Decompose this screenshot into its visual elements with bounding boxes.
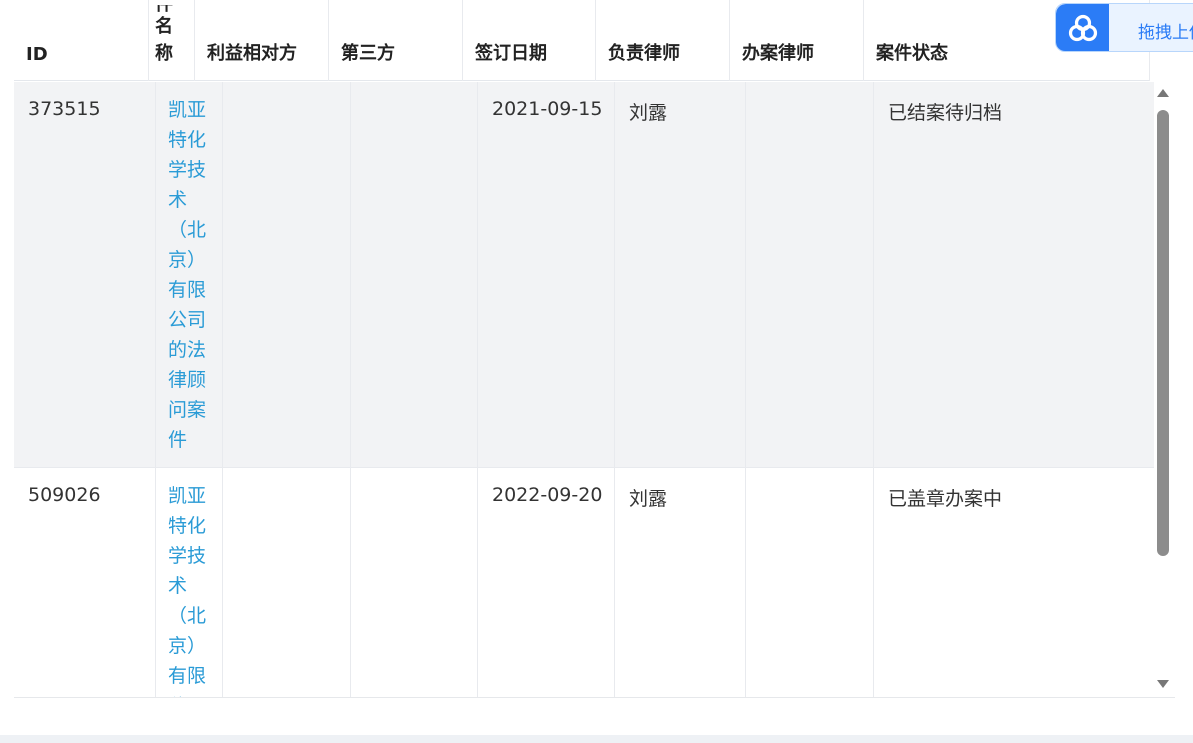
column-header-id[interactable]: ID: [14, 0, 149, 81]
cell-handling-lawyer: [746, 82, 874, 467]
scrollbar-thumb[interactable]: [1157, 110, 1169, 556]
cell-lead-lawyer: 刘露: [615, 82, 746, 467]
column-header-third-party[interactable]: 第三方: [329, 0, 463, 81]
cell-third-party: [351, 82, 478, 467]
cell-case-name: 凯亚特化学技术（北京）有限公司的法律顾问案件: [156, 82, 223, 467]
cell-id: 373515: [14, 82, 156, 467]
cell-counterparty: [223, 82, 351, 467]
cell-case-status: 已结案待归档: [888, 102, 1003, 124]
scroll-up-arrow-icon[interactable]: [1157, 89, 1169, 97]
column-header-case-name-top: 件: [155, 5, 181, 13]
page-footer-strip: [0, 735, 1193, 743]
column-header-counterparty[interactable]: 利益相对方: [195, 0, 329, 81]
cloud-icon: [1056, 4, 1109, 51]
table-row[interactable]: 373515 凯亚特化学技术（北京）有限公司的法律顾问案件 2021-09-15…: [14, 82, 1154, 468]
upload-label: 拖拽上传: [1138, 23, 1193, 43]
cell-sign-date: 2022-09-20: [478, 468, 615, 697]
cell-case-status: 已盖章办案中: [888, 488, 1003, 510]
drag-upload-widget[interactable]: 拖拽上传: [1055, 3, 1193, 52]
cell-third-party: [351, 468, 478, 697]
case-table: ID 件名称 利益相对方 第三方 签订日期 负责律师 办案律师 案件状态 373…: [14, 0, 1175, 698]
cell-handling-lawyer: [746, 468, 874, 697]
column-header-case-name-label: 名称: [155, 16, 173, 64]
scroll-down-arrow-icon[interactable]: [1157, 680, 1169, 688]
case-name-link[interactable]: 凯亚特化学技术（北京）有限公司的法律顾问案件: [168, 95, 214, 455]
cell-lead-lawyer: 刘露: [615, 468, 746, 697]
table-body: 373515 凯亚特化学技术（北京）有限公司的法律顾问案件 2021-09-15…: [14, 82, 1154, 697]
cell-id: 509026: [14, 468, 156, 697]
column-header-handling-lawyer[interactable]: 办案律师: [730, 0, 864, 81]
vertical-scrollbar[interactable]: [1154, 82, 1172, 697]
cell-sign-date: 2021-09-15: [478, 82, 615, 467]
cell-case-name: 凯亚特化学技术（北京）有限公司: [156, 468, 223, 697]
column-header-sign-date[interactable]: 签订日期: [463, 0, 596, 81]
column-header-case-name[interactable]: 件名称: [149, 0, 195, 81]
table-header: ID 件名称 利益相对方 第三方 签订日期 负责律师 办案律师 案件状态: [14, 0, 1150, 81]
cell-counterparty: [223, 468, 351, 697]
table-row[interactable]: 509026 凯亚特化学技术（北京）有限公司 2022-09-20 刘露 已盖章…: [14, 468, 1154, 697]
column-header-lead-lawyer[interactable]: 负责律师: [596, 0, 730, 81]
case-name-link[interactable]: 凯亚特化学技术（北京）有限公司: [168, 481, 214, 697]
